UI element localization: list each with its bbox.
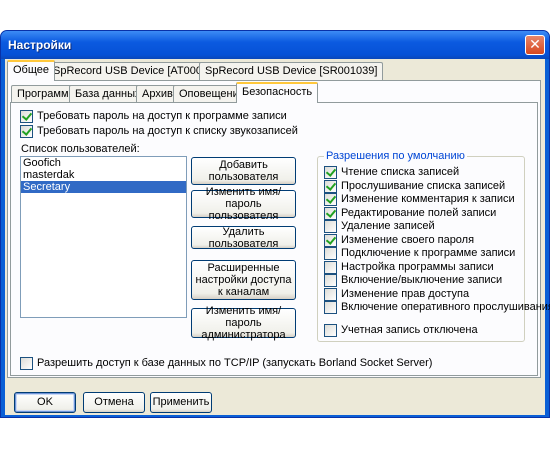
checkbox-box[interactable] [324, 274, 337, 287]
close-icon: ✕ [529, 36, 541, 52]
cancel-button[interactable]: Отмена [83, 392, 145, 413]
checkbox-box[interactable] [324, 220, 337, 233]
checkbox-box[interactable] [20, 357, 33, 370]
permission-label: Включение оперативного прослушивания [341, 301, 550, 313]
permission-label: Подключение к программе записи [341, 247, 516, 259]
users-list-label: Список пользователей: [21, 143, 140, 155]
window-title: Настройки [8, 38, 72, 52]
subtab-database-label: База данных [75, 88, 141, 100]
permission-label: Удаление записей [341, 220, 435, 232]
require-password-list-label: Требовать пароль на доступ к списку звук… [37, 125, 298, 137]
subtab-security-label: Безопасность [242, 86, 313, 98]
subtab-archive-label: Архив [142, 88, 173, 100]
title-bar: Настройки ✕ [1, 31, 549, 59]
settings-window: Настройки ✕ Общее SpRecord USB Device [A… [0, 30, 550, 418]
change-admin-button[interactable]: Изменить имя/пароль администратора [191, 305, 296, 341]
tab-device-sr001039-label: SpRecord USB Device [SR001039] [205, 65, 378, 77]
permission-label: Чтение списка записей [341, 166, 460, 178]
list-item[interactable]: masterdak [21, 169, 186, 181]
checkbox-box[interactable] [324, 301, 337, 314]
require-password-program-label: Требовать пароль на доступ к программе з… [37, 110, 287, 122]
checkbox-box[interactable] [324, 324, 337, 337]
list-item[interactable]: Goofich [21, 157, 186, 169]
checkbox-box[interactable] [20, 125, 33, 138]
users-listbox[interactable]: Goofich masterdak Secretary [20, 156, 187, 318]
subtab-program-label: Программа [17, 88, 75, 100]
security-panel: Требовать пароль на доступ к программе з… [10, 102, 550, 376]
subtab-notifications-label: Оповещения [179, 88, 245, 100]
permission-label: Изменение прав доступа [341, 287, 470, 300]
general-tab-panel: Программа База данных Архив Оповещения Б… [7, 80, 550, 378]
default-permissions-title: Разрешения по умолчанию [324, 150, 467, 163]
list-item[interactable]: Secretary [21, 181, 186, 193]
rename-user-button[interactable]: Изменить имя/пароль пользователя [191, 186, 296, 222]
close-button[interactable]: ✕ [525, 35, 545, 55]
permission-label: Изменение комментария к записи [341, 193, 515, 205]
checkbox-box[interactable] [324, 166, 337, 179]
tab-device-at000001-label: SpRecord USB Device [AT000001] [53, 65, 224, 77]
checkbox-box[interactable] [324, 193, 337, 206]
permission-label: Редактирование полей записи [341, 206, 497, 219]
default-permissions-group: Разрешения по умолчанию Чтение списка за… [317, 150, 550, 342]
tab-device-sr001039[interactable]: SpRecord USB Device [SR001039] [199, 62, 384, 80]
checkbox-box[interactable] [324, 247, 337, 260]
delete-user-button[interactable]: Удалить пользователя [191, 226, 296, 250]
checkbox-box[interactable] [324, 287, 337, 301]
checkbox-box[interactable] [324, 206, 337, 220]
apply-button[interactable]: Применить [150, 392, 212, 413]
permission-label: Изменение своего пароля [341, 233, 475, 246]
permission-label: Включение/выключение записи [341, 274, 503, 286]
subtab-security[interactable]: Безопасность [236, 82, 319, 103]
checkbox-box[interactable] [324, 233, 337, 247]
tab-general[interactable]: Общее [7, 60, 56, 81]
add-user-button[interactable]: Добавить пользователя [191, 157, 296, 185]
account-disabled-label: Учетная запись отключена [341, 324, 478, 336]
checkbox-box[interactable] [324, 260, 337, 274]
extended-channel-access-button[interactable]: Расширенные настройки доступа к каналам [191, 260, 296, 300]
dialog-client: Общее SpRecord USB Device [AT000001] SpR… [5, 59, 550, 415]
permission-label: Прослушивание списка записей [341, 179, 506, 192]
permission-label: Настройка программы записи [341, 260, 494, 273]
tab-general-label: Общее [13, 64, 50, 76]
ok-button[interactable]: OK [14, 392, 76, 413]
subtab-database[interactable]: База данных [69, 85, 147, 103]
checkbox-box[interactable] [324, 179, 337, 193]
checkbox-box[interactable] [20, 110, 33, 123]
tcp-access-label: Разрешить доступ к базе данных по TCP/IP… [37, 357, 433, 369]
